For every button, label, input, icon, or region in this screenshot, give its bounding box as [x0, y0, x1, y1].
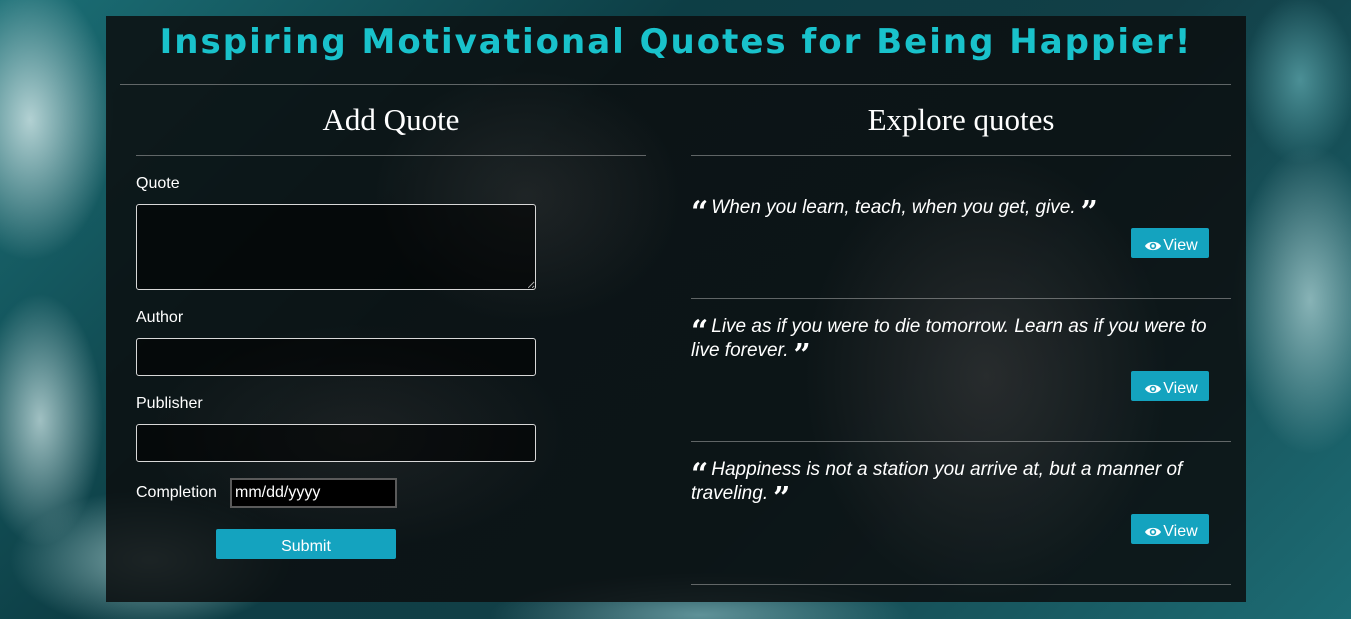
quote-text: Live as if you were to die tomorrow. Lea… — [691, 316, 1207, 361]
eye-icon — [1144, 231, 1162, 267]
publisher-input[interactable] — [136, 424, 536, 462]
quote-item: “Happiness is not a station you arrive a… — [691, 457, 1183, 516]
eye-icon — [1144, 517, 1162, 553]
quote-text: Happiness is not a station you arrive at… — [691, 459, 1183, 504]
publisher-label: Publisher — [136, 395, 203, 412]
add-quote-heading: Add Quote — [322, 102, 460, 137]
quote-item: “Live as if you were to die tomorrow. Le… — [691, 314, 1207, 373]
view-button-label: View — [1163, 523, 1198, 540]
quote-divider — [691, 298, 1231, 299]
title-divider — [120, 84, 1231, 85]
quote-divider — [691, 584, 1231, 585]
quote-item: “When you learn, teach, when you get, gi… — [691, 195, 1098, 230]
page-title: Inspiring Motivational Quotes for Being … — [159, 22, 1193, 62]
view-button-label: View — [1163, 237, 1198, 254]
add-quote-divider — [136, 155, 646, 156]
quote-textarea[interactable] — [136, 204, 536, 290]
eye-icon — [1144, 374, 1162, 410]
view-button[interactable]: View — [1131, 228, 1209, 258]
explore-quotes-heading: Explore quotes — [867, 102, 1055, 137]
quote-text: When you learn, teach, when you get, giv… — [711, 197, 1076, 218]
submit-button[interactable]: Submit — [216, 529, 396, 559]
explore-divider — [691, 155, 1231, 156]
view-button[interactable]: View — [1131, 514, 1209, 544]
main-panel: Inspiring Motivational Quotes for Being … — [106, 16, 1246, 602]
completion-date-input[interactable]: mm/dd/yyyy — [230, 478, 397, 508]
quote-divider — [691, 441, 1231, 442]
author-input[interactable] — [136, 338, 536, 376]
view-button-label: View — [1163, 380, 1198, 397]
author-label: Author — [136, 309, 184, 326]
quote-label: Quote — [136, 175, 180, 192]
view-button[interactable]: View — [1131, 371, 1209, 401]
completion-label: Completion — [136, 484, 217, 501]
